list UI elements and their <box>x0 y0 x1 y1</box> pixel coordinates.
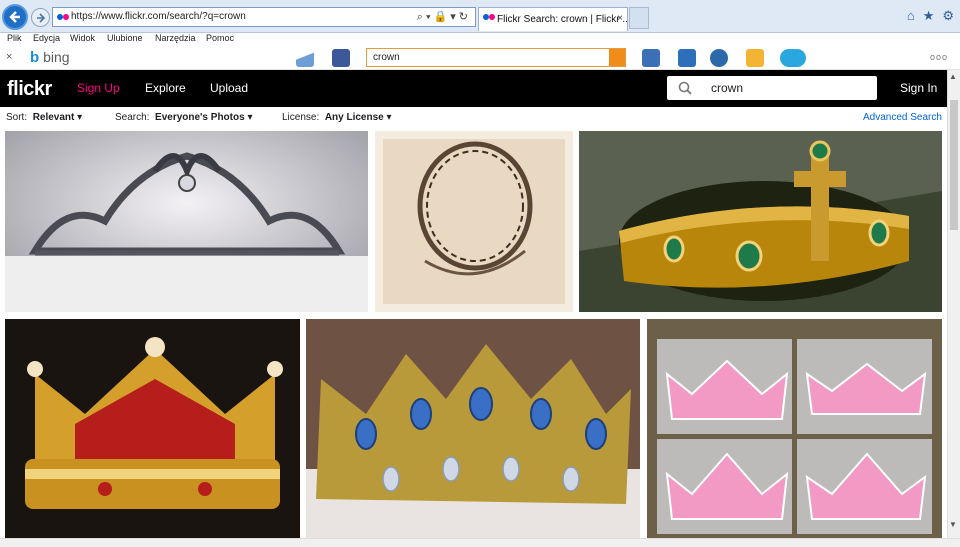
browser-toolbar-icons: ⌂ ★ ⚙ <box>907 8 954 24</box>
address-controls-icon[interactable]: ⌕▾🔒▾↻ <box>417 10 471 24</box>
tab-close-icon[interactable]: × <box>617 13 623 24</box>
tab-flickr-search[interactable]: Flickr Search: crown | Flickr ... × <box>478 7 631 31</box>
signin-link[interactable]: Sign In <box>900 81 937 95</box>
settings-gear-icon[interactable]: ⚙ <box>942 8 954 24</box>
bing-search-value: crown <box>373 52 400 63</box>
bing-search-field[interactable]: crown <box>366 48 626 67</box>
flickr-favicon-icon <box>57 14 69 20</box>
sort-filter[interactable]: Sort: Relevant ▾ <box>6 112 82 123</box>
advanced-search-link[interactable]: Advanced Search <box>863 112 942 123</box>
address-bar[interactable]: https://www.flickr.com/search/?q=crown ⌕… <box>52 7 476 27</box>
photo-jeweled-crown-blue[interactable] <box>306 319 640 540</box>
photo-royal-crown-red[interactable] <box>5 319 300 540</box>
photo-crown-of-thorns[interactable] <box>375 131 573 312</box>
forward-arrow-icon <box>36 12 45 23</box>
royal-crown-image <box>5 319 300 540</box>
chevron-down-icon: ▾ <box>386 112 392 123</box>
scroll-down-icon[interactable]: ▼ <box>949 520 957 529</box>
sort-label: Sort: <box>6 112 28 123</box>
bing-search-button-icon[interactable] <box>609 49 625 66</box>
home-icon[interactable]: ⌂ <box>907 8 915 24</box>
flickr-header: flickr Sign Up Explore Upload crown Sign… <box>0 70 947 107</box>
menu-pomoc[interactable]: Pomoc <box>206 33 234 43</box>
license-value: Any License <box>324 112 384 123</box>
cookies-image <box>647 319 942 540</box>
search-scope-value: Everyone's Photos <box>155 112 245 123</box>
back-button[interactable] <box>2 4 28 30</box>
menu-widok[interactable]: Widok <box>70 33 95 43</box>
menu-edycja[interactable]: Edycja <box>33 33 60 43</box>
bing-toolbar: × b bing crown ooo <box>0 46 960 70</box>
sort-value: Relevant <box>32 112 75 123</box>
bing-map-icon[interactable] <box>296 52 314 67</box>
photo-pink-crown-cookies[interactable] <box>647 319 942 540</box>
search-scope-filter[interactable]: Search: Everyone's Photos ▾ <box>115 112 252 123</box>
bing-close-icon[interactable]: × <box>6 51 12 63</box>
menu-narzedzia[interactable]: Narzędzia <box>155 33 196 43</box>
chevron-down-icon: ▾ <box>247 112 253 123</box>
bing-logo: b bing <box>30 49 70 66</box>
search-scope-label: Search: <box>115 112 150 123</box>
scrollbar-thumb[interactable] <box>950 100 958 230</box>
media-film-icon[interactable] <box>710 49 728 67</box>
like-thumb-icon[interactable] <box>642 49 660 67</box>
skype-icon[interactable] <box>780 49 806 67</box>
facebook-icon[interactable] <box>332 49 350 67</box>
status-bar <box>0 538 960 547</box>
tab-title: Flickr Search: crown | Flickr ... <box>497 14 631 25</box>
license-filter[interactable]: License: Any License ▾ <box>282 112 392 123</box>
favorites-star-icon[interactable]: ★ <box>923 8 935 24</box>
flickr-search-value: crown <box>711 81 744 95</box>
photo-gold-crown-jewels[interactable] <box>579 131 942 312</box>
jeweled-crown-image <box>306 319 640 540</box>
new-tab-button[interactable] <box>629 7 649 29</box>
translate-icon[interactable] <box>746 49 764 67</box>
photo-tiara[interactable] <box>5 131 368 312</box>
menu-bar: Plik Edycja Widok Ulubione Narzędzia Pom… <box>0 33 960 46</box>
thorns-image <box>375 131 573 312</box>
gold-crown-image <box>579 131 942 312</box>
more-options-icon[interactable]: ooo <box>930 52 948 62</box>
bing-logo-text: bing <box>43 49 70 65</box>
address-url: https://www.flickr.com/search/?q=crown <box>71 11 246 22</box>
tiara-image <box>5 131 368 312</box>
forward-button[interactable] <box>31 8 50 27</box>
menu-plik[interactable]: Plik <box>7 33 22 43</box>
bing-b-icon: b <box>30 49 40 66</box>
menu-ulubione[interactable]: Ulubione <box>107 33 143 43</box>
flickr-search-input[interactable]: crown <box>667 76 877 100</box>
upload-link[interactable]: Upload <box>210 81 248 95</box>
chat-bubble-icon[interactable] <box>678 49 696 67</box>
chevron-down-icon: ▾ <box>77 112 83 123</box>
flickr-logo[interactable]: flickr <box>7 78 52 101</box>
search-filter-bar: Sort: Relevant ▾ Search: Everyone's Phot… <box>0 107 947 129</box>
page-scrollbar[interactable]: ▲ ▼ <box>947 70 960 538</box>
scroll-up-icon[interactable]: ▲ <box>949 72 957 81</box>
back-arrow-icon <box>9 11 20 23</box>
license-label: License: <box>282 112 320 123</box>
browser-titlebar: https://www.flickr.com/search/?q=crown ⌕… <box>0 0 960 33</box>
search-icon[interactable] <box>678 81 692 95</box>
tab-favicon-icon <box>483 14 495 20</box>
explore-link[interactable]: Explore <box>145 81 186 95</box>
signup-link[interactable]: Sign Up <box>77 81 120 95</box>
